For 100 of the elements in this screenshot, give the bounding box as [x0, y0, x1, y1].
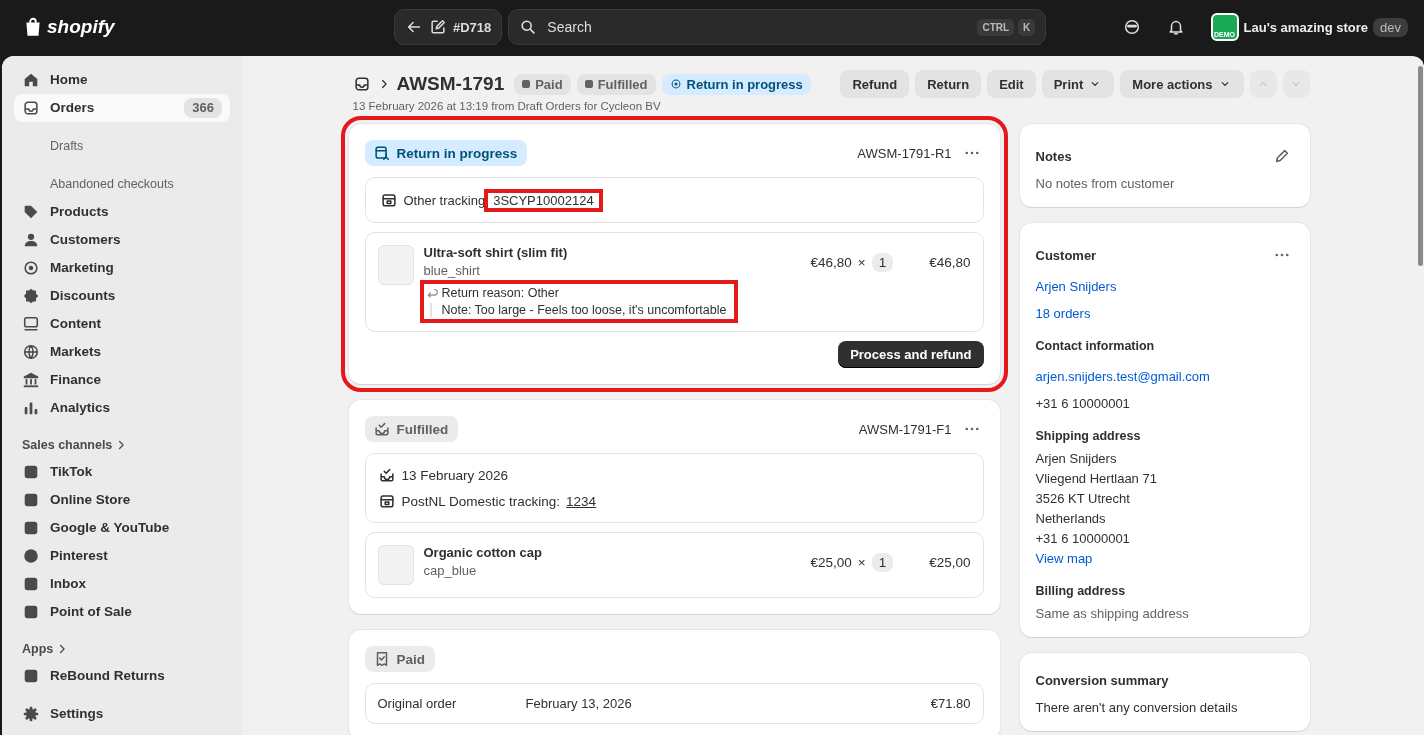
status-badge: Fulfilled	[576, 73, 656, 95]
conversion-text: There aren't any conversion details	[1035, 700, 1239, 715]
package-icon	[377, 492, 396, 510]
page-title: AWSM-1791	[396, 73, 505, 95]
nav-item[interactable]: Analytics	[14, 394, 230, 422]
action-button[interactable]: Edit	[987, 70, 1036, 98]
search-bar[interactable]: Search CTRL K	[508, 9, 1047, 45]
package-icon	[379, 191, 398, 209]
address-line: +31 6 10000001	[1035, 531, 1131, 546]
nav-item[interactable]: Markets	[14, 338, 230, 366]
nav-item[interactable]: ReBound Returns	[14, 662, 230, 690]
fulfilled-status-badge: Fulfilled	[364, 416, 459, 442]
payment-amount: €71.80	[930, 696, 971, 711]
tray-check-icon	[372, 420, 391, 438]
status-badge: Return in progress	[661, 73, 811, 95]
billing-text: Same as shipping address	[1035, 606, 1190, 621]
product-name[interactable]: Organic cotton cap	[423, 545, 801, 560]
tracking-label: Other tracking	[403, 192, 486, 208]
nav-item[interactable]: Finance	[14, 366, 230, 394]
status-badge: Paid	[514, 73, 571, 95]
nav-item[interactable]: TikTok	[14, 458, 230, 486]
email-link[interactable]: arjen.snijders.test@gmail.com	[1035, 369, 1294, 384]
app-icon	[22, 575, 40, 593]
multiply-sign: ×	[857, 255, 866, 270]
tag-icon	[22, 203, 40, 221]
quantity-badge: 1	[871, 253, 894, 272]
tracking-link[interactable]: 1234	[566, 493, 597, 509]
badge-icon	[22, 287, 40, 305]
target-icon	[22, 259, 40, 277]
nav-item[interactable]: Discounts	[14, 282, 230, 310]
reason-text: Return reason: Other	[441, 286, 559, 300]
card-title: Conversion summary	[1035, 673, 1170, 688]
nav-subitem[interactable]: Drafts	[14, 132, 230, 160]
app-icon	[22, 667, 40, 685]
process-refund-button[interactable]: Process and refund	[838, 341, 984, 368]
payment-date: February 13, 2026	[525, 696, 633, 711]
customer-name-link[interactable]: Arjen Snijders	[1035, 279, 1294, 294]
back-button[interactable]: #D718	[394, 9, 503, 45]
search-input[interactable]: Search	[545, 18, 970, 36]
section-title: Billing address	[1035, 584, 1127, 598]
return-id: AWSM-1791-R1	[857, 145, 952, 161]
orders-link[interactable]: 18 orders	[1035, 306, 1294, 321]
product-name[interactable]: Ultra-soft shirt (slim fit)	[423, 245, 801, 260]
app-icon	[22, 491, 40, 509]
app-icon	[22, 463, 40, 481]
address-line: Arjen Snijders	[1035, 451, 1118, 466]
action-button[interactable]: Print	[1041, 70, 1115, 98]
card-title: Customer	[1035, 247, 1097, 263]
store-name[interactable]: Lau's amazing store	[1243, 19, 1369, 35]
image-icon	[22, 315, 40, 333]
app-icon	[22, 603, 40, 621]
nav-item[interactable]: Inbox	[14, 570, 230, 598]
nav-item[interactable]: Online Store	[14, 486, 230, 514]
address-line: 3526 KT Utrecht	[1035, 491, 1131, 506]
person-icon	[22, 231, 40, 249]
settings-icon	[22, 705, 40, 723]
nav-item[interactable]: Products	[14, 198, 230, 226]
section-title: Contact information	[1035, 339, 1156, 353]
action-button[interactable]: Refund	[840, 70, 910, 98]
tray-check-icon	[377, 466, 396, 484]
keyboard-key: CTRL	[977, 18, 1015, 36]
address-line: Vliegend Hertlaan 71	[1035, 471, 1158, 486]
nav-item[interactable]: Marketing	[14, 254, 230, 282]
nav-item[interactable]: Point of Sale	[14, 598, 230, 626]
card-title: Notes	[1035, 148, 1072, 164]
home-icon	[22, 71, 40, 89]
nav-item[interactable]: Customers	[14, 226, 230, 254]
return-box-icon	[372, 144, 391, 162]
order-subtitle: 13 February 2026 at 13:19 from Draft Orders for Cycleon BV	[352, 100, 662, 112]
section-heading[interactable]: Apps	[14, 636, 230, 662]
unit-price: €46,80	[810, 255, 852, 270]
inbox-icon	[22, 99, 40, 117]
nav-item[interactable]: Settings	[14, 700, 230, 728]
fulfillment-id: AWSM-1791-F1	[858, 421, 952, 437]
phone-number: +31 6 10000001	[1035, 396, 1131, 411]
reason-note: Note: Too large - Feels too loose, it's uncomfortable	[429, 303, 727, 317]
circle-app-icon	[22, 547, 40, 565]
nav-item[interactable]: Pinterest	[14, 542, 230, 570]
bank-icon	[22, 371, 40, 389]
more-icon	[964, 151, 979, 155]
quantity-badge: 1	[871, 553, 894, 572]
nav-item[interactable]: Orders 366	[14, 94, 230, 122]
line-total: €46,80	[929, 255, 971, 270]
section-title: Shipping address	[1035, 429, 1142, 443]
view-map-link[interactable]: View map	[1035, 551, 1294, 566]
section-heading[interactable]: Sales channels	[14, 432, 230, 458]
nav-item[interactable]: Home	[14, 66, 230, 94]
paid-status-badge: Paid	[364, 646, 435, 672]
action-button[interactable]: More actions	[1120, 70, 1244, 98]
app-icon	[22, 519, 40, 537]
address-line: Netherlands	[1035, 511, 1107, 526]
action-button[interactable]: Return	[915, 70, 982, 98]
product-photo-placeholder	[377, 545, 414, 585]
logo-text: shopify	[47, 16, 115, 38]
nav-item[interactable]: Google & YouTube	[14, 514, 230, 542]
inbox-icon	[352, 75, 371, 93]
nav-item[interactable]: Content	[14, 310, 230, 338]
nav-subitem[interactable]: Abandoned checkouts	[14, 170, 230, 198]
globe-icon	[22, 343, 40, 361]
count-badge: 366	[184, 98, 222, 118]
